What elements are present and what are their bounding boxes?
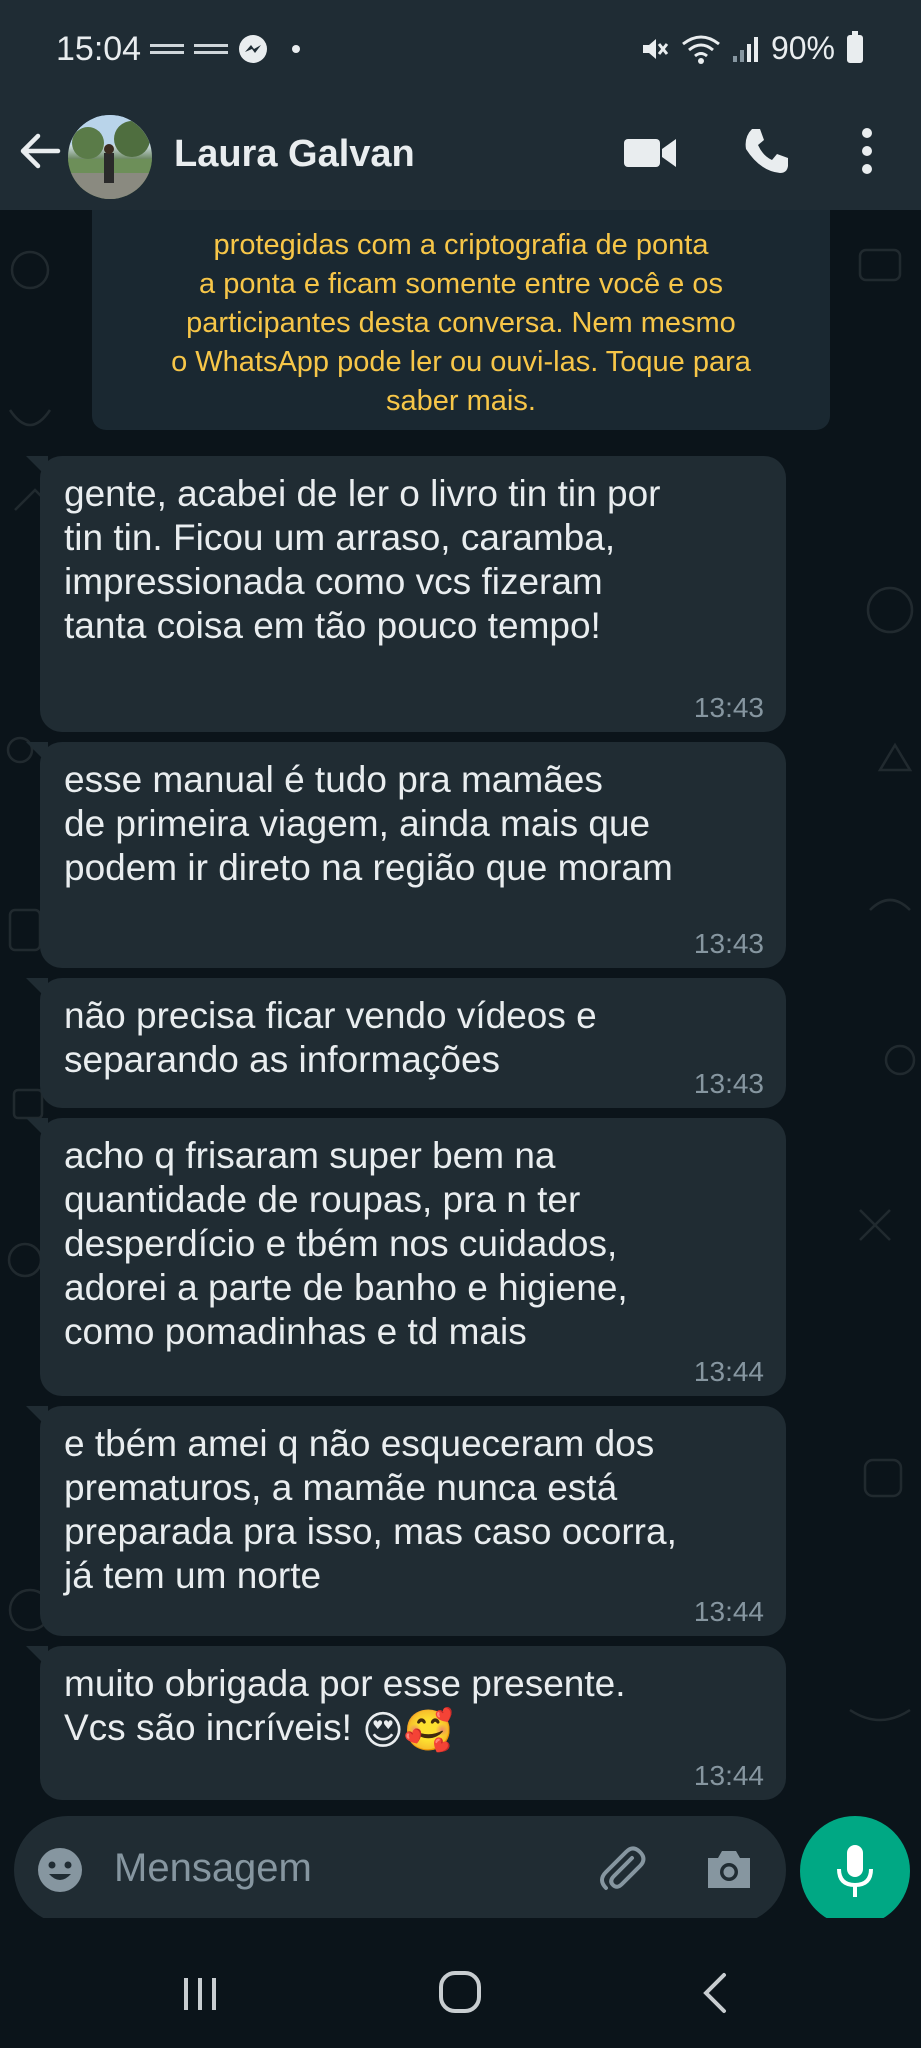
message-bubble[interactable]: acho q frisaram super bem na quantidade … xyxy=(26,1118,786,1396)
wifi-icon xyxy=(682,35,720,64)
message-bubble[interactable]: esse manual é tudo pra mamães de primeir… xyxy=(26,742,786,968)
nav-back-icon[interactable] xyxy=(700,1972,730,2014)
message-text-content: muito obrigada por esse presente. Vcs sã… xyxy=(64,1663,626,1748)
message-text: muito obrigada por esse presente. Vcs sã… xyxy=(64,1662,764,1753)
notice-line: protegidas com a criptografia de ponta xyxy=(213,229,709,261)
message-time: 13:43 xyxy=(693,1068,764,1099)
attach-icon[interactable] xyxy=(596,1844,648,1896)
notice-line: participantes desta conversa. Nem mesmo xyxy=(186,307,736,339)
message-text: não precisa ficar vendo vídeos e separan… xyxy=(64,995,597,1080)
cell-signal-icon xyxy=(732,36,758,62)
message-bubble[interactable]: gente, acabei de ler o livro tin tin por… xyxy=(26,456,786,732)
avatar[interactable] xyxy=(68,115,152,199)
contact-name[interactable]: Laura Galvan xyxy=(174,133,415,176)
message-bubble[interactable]: não precisa ficar vendo vídeos e separan… xyxy=(26,978,786,1108)
status-bar: 15:04 90% xyxy=(0,0,921,105)
status-time: 15:04 xyxy=(56,30,142,68)
battery-level: 90% xyxy=(770,30,835,66)
message-text: gente, acabei de ler o livro tin tin por… xyxy=(64,473,661,646)
chat-area[interactable]: protegidas com a criptografia de ponta a… xyxy=(0,210,921,1816)
message-bubble[interactable]: e tbém amei q não esqueceram dos prematu… xyxy=(26,1406,786,1636)
battery-icon xyxy=(847,30,863,63)
message-text: acho q frisaram super bem na quantidade … xyxy=(64,1135,628,1352)
more-options-icon[interactable] xyxy=(854,123,880,179)
notice-line: o WhatsApp pode ler ou ouvi-las. Toque p… xyxy=(171,346,751,378)
message-input[interactable] xyxy=(114,1838,594,1898)
message-time: 13:44 xyxy=(693,1356,764,1387)
message-bubble[interactable]: muito obrigada por esse presente. Vcs sã… xyxy=(26,1646,786,1800)
emoji-icon[interactable] xyxy=(36,1846,84,1894)
message-text: e tbém amei q não esqueceram dos prematu… xyxy=(64,1423,677,1596)
emoji-heart-eyes-smiling-hearts: 😍🥰 xyxy=(362,1709,454,1753)
signal-dash-icon xyxy=(150,44,184,54)
mute-icon xyxy=(642,38,669,59)
message-time: 13:44 xyxy=(693,1596,764,1627)
signal-dash-icon xyxy=(194,44,228,54)
messenger-icon xyxy=(239,35,267,63)
message-time: 13:43 xyxy=(693,692,764,723)
status-left-icons xyxy=(150,34,300,64)
status-right-icons: 90% xyxy=(639,30,863,67)
voice-call-icon[interactable] xyxy=(740,125,792,177)
message-input-box[interactable] xyxy=(14,1816,786,1924)
message-time: 13:43 xyxy=(693,928,764,959)
notice-line: a ponta e ficam somente entre você e os xyxy=(199,268,723,300)
notice-line: saber mais. xyxy=(386,385,536,417)
back-arrow-icon[interactable] xyxy=(14,125,66,177)
input-bar xyxy=(0,1816,921,1926)
recents-icon[interactable] xyxy=(180,1976,220,2012)
message-time: 13:44 xyxy=(693,1760,764,1791)
video-call-icon[interactable] xyxy=(622,131,678,175)
message-text: esse manual é tudo pra mamães de primeir… xyxy=(64,759,673,888)
mic-icon xyxy=(837,1845,873,1897)
camera-icon[interactable] xyxy=(704,1846,754,1892)
chat-header: Laura Galvan xyxy=(0,105,921,210)
system-nav-bar xyxy=(0,1918,921,2048)
mic-button[interactable] xyxy=(800,1816,910,1926)
notification-dot xyxy=(292,45,300,53)
home-icon[interactable] xyxy=(438,1970,482,2014)
encryption-notice[interactable]: protegidas com a criptografia de ponta a… xyxy=(92,210,830,430)
